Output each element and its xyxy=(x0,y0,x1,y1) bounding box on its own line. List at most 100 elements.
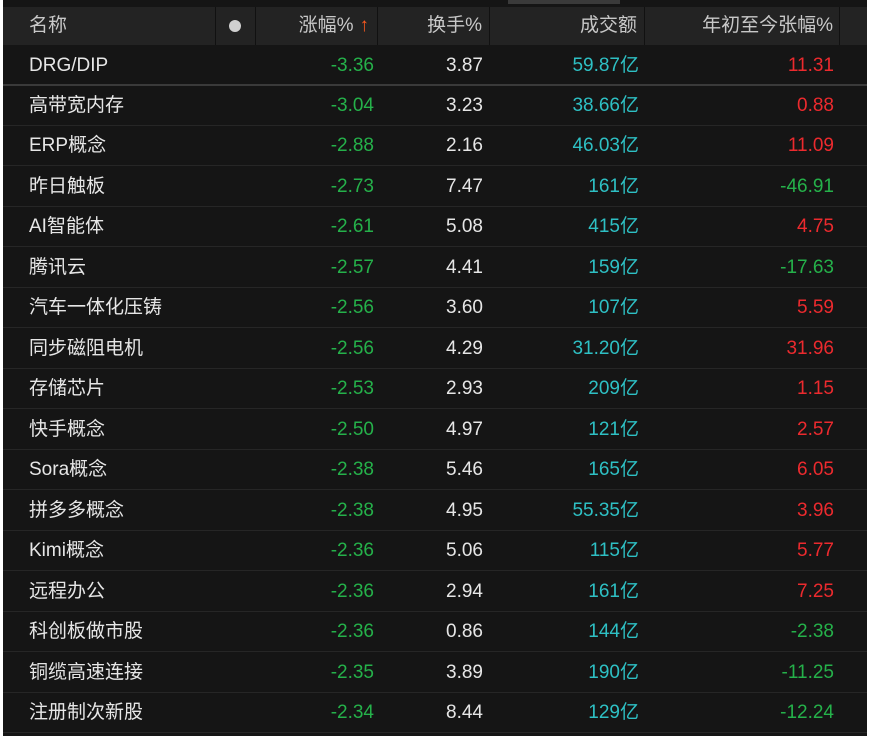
trade-amount: 165亿 xyxy=(588,459,639,481)
trade-amount: 159亿 xyxy=(588,256,639,278)
sector-name: 高带宽内存 xyxy=(29,95,125,116)
trade-amount: 59.87亿 xyxy=(572,55,639,76)
turnover-percent: 0.86 xyxy=(446,621,483,643)
table-row[interactable]: 存储芯片 -2.53 2.93 209亿 1.15 xyxy=(3,369,867,410)
change-percent: -3.36 xyxy=(330,55,374,76)
trade-amount: 144亿 xyxy=(588,621,639,643)
trade-amount: 55.35亿 xyxy=(572,499,639,521)
trade-amount: 129亿 xyxy=(588,702,639,724)
ytd-change: -2.38 xyxy=(790,621,834,643)
change-percent: -2.38 xyxy=(330,459,374,481)
header-label: 年初至今张幅% xyxy=(702,15,833,36)
trade-amount: 190亿 xyxy=(588,661,639,683)
change-percent: -2.36 xyxy=(330,540,374,562)
turnover-percent: 4.29 xyxy=(446,337,483,359)
change-percent: -2.36 xyxy=(330,580,374,602)
change-percent: -2.56 xyxy=(330,297,374,319)
ytd-change: -11.25 xyxy=(781,661,834,683)
sector-name: 同步磁阻电机 xyxy=(29,337,144,359)
column-header-amount[interactable]: 成交额 xyxy=(490,7,645,45)
ytd-change: 2.57 xyxy=(797,418,834,440)
change-percent: -2.53 xyxy=(330,378,374,400)
sector-name: 存储芯片 xyxy=(29,378,106,400)
column-header-marker[interactable] xyxy=(216,7,256,45)
table-row[interactable]: Kimi概念 -2.36 5.06 115亿 5.77 xyxy=(3,531,867,572)
turnover-percent: 4.95 xyxy=(446,499,483,521)
trade-amount: 209亿 xyxy=(588,378,639,400)
dot-icon xyxy=(229,20,241,32)
table-row[interactable]: 快手概念 -2.50 4.97 121亿 2.57 xyxy=(3,410,867,450)
table-row[interactable]: 高带宽内存 -3.04 3.23 38.66亿 0.88 xyxy=(3,86,867,126)
sector-name: Kimi概念 xyxy=(29,540,104,562)
ytd-change: -46.91 xyxy=(780,175,834,197)
trade-amount: 31.20亿 xyxy=(572,337,639,359)
change-percent: -2.36 xyxy=(330,621,374,643)
change-percent: -2.73 xyxy=(330,175,374,197)
table-row[interactable]: ERP概念 -2.88 2.16 46.03亿 11.09 xyxy=(3,126,867,167)
ytd-change: 1.15 xyxy=(797,378,834,400)
sector-name: 拼多多概念 xyxy=(29,499,125,521)
table-row[interactable]: 同步磁阻电机 -2.56 4.29 31.20亿 31.96 xyxy=(3,329,867,369)
turnover-percent: 2.93 xyxy=(446,378,483,400)
table-row[interactable]: 注册制次新股 -2.34 8.44 129亿 -12.24 xyxy=(3,693,867,734)
table-row[interactable]: Sora概念 -2.38 5.46 165亿 6.05 xyxy=(3,450,867,491)
sector-table: 名称 涨幅% ↑ 换手% 成交额 年初至今张幅% DRG/DIP -3.36 3.… xyxy=(3,0,867,736)
trade-amount: 161亿 xyxy=(588,175,639,197)
sector-name: DRG/DIP xyxy=(29,55,109,76)
turnover-percent: 2.94 xyxy=(446,580,483,602)
table-row[interactable]: 汽车一体化压铸 -2.56 3.60 107亿 5.59 xyxy=(3,288,867,329)
trade-amount: 107亿 xyxy=(588,297,639,319)
ytd-change: 31.96 xyxy=(786,337,834,359)
sector-name: 腾讯云 xyxy=(29,256,87,278)
turnover-percent: 3.23 xyxy=(446,95,483,116)
horizontal-scrollbar[interactable] xyxy=(508,0,620,4)
ytd-change: -17.63 xyxy=(780,256,834,278)
sector-name: 汽车一体化压铸 xyxy=(29,297,163,319)
trade-amount: 38.66亿 xyxy=(572,95,639,116)
trade-amount: 115亿 xyxy=(589,540,639,562)
turnover-percent: 5.46 xyxy=(446,459,483,481)
turnover-percent: 7.47 xyxy=(446,175,483,197)
table-row[interactable]: 昨日触板 -2.73 7.47 161亿 -46.91 xyxy=(3,167,867,207)
column-header-ytd[interactable]: 年初至今张幅% xyxy=(645,7,840,45)
table-row[interactable]: 腾讯云 -2.57 4.41 159亿 -17.63 xyxy=(3,248,867,288)
ytd-change: -12.24 xyxy=(780,702,834,724)
ytd-change: 4.75 xyxy=(797,216,834,238)
ytd-change: 5.77 xyxy=(797,540,834,562)
table-header: 名称 涨幅% ↑ 换手% 成交额 年初至今张幅% xyxy=(3,7,867,45)
column-header-change[interactable]: 涨幅% ↑ xyxy=(256,7,378,45)
column-header-turnover[interactable]: 换手% xyxy=(378,7,490,45)
ytd-change: 11.31 xyxy=(787,55,834,76)
header-label: 名称 xyxy=(29,15,68,36)
sector-name: 昨日触板 xyxy=(29,175,106,197)
turnover-percent: 3.60 xyxy=(446,297,483,319)
sector-name: 铜缆高速连接 xyxy=(29,661,144,683)
table-row[interactable]: 铜缆高速连接 -2.35 3.89 190亿 -11.25 xyxy=(3,653,867,693)
change-percent: -2.34 xyxy=(330,702,374,724)
table-row[interactable]: AI智能体 -2.61 5.08 415亿 4.75 xyxy=(3,207,867,248)
ytd-change: 11.09 xyxy=(787,135,834,157)
trade-amount: 415亿 xyxy=(588,216,639,238)
table-row[interactable]: DRG/DIP -3.36 3.87 59.87亿 11.31 xyxy=(3,46,867,86)
sector-name: 远程办公 xyxy=(29,580,106,602)
ytd-change: 6.05 xyxy=(797,459,834,481)
turnover-percent: 5.08 xyxy=(446,216,483,238)
turnover-percent: 2.16 xyxy=(446,135,483,157)
table-row[interactable]: 科创板做市股 -2.36 0.86 144亿 -2.38 xyxy=(3,612,867,653)
trade-amount: 121亿 xyxy=(588,418,639,440)
change-percent: -2.50 xyxy=(330,418,374,440)
turnover-percent: 8.44 xyxy=(446,702,483,724)
header-label: 涨幅% xyxy=(298,15,354,36)
change-percent: -2.61 xyxy=(330,216,374,238)
trade-amount: 46.03亿 xyxy=(572,135,639,157)
table-row[interactable]: 拼多多概念 -2.38 4.95 55.35亿 3.96 xyxy=(3,491,867,531)
table-row[interactable]: 远程办公 -2.36 2.94 161亿 7.25 xyxy=(3,572,867,612)
sort-arrow-icon: ↑ xyxy=(359,15,370,36)
column-header-name[interactable]: 名称 xyxy=(3,7,216,45)
header-label: 换手% xyxy=(427,15,482,36)
change-percent: -2.88 xyxy=(330,135,374,157)
turnover-percent: 3.89 xyxy=(446,661,483,683)
sector-name: 科创板做市股 xyxy=(29,621,144,643)
sector-name: 注册制次新股 xyxy=(29,702,144,724)
header-label: 成交额 xyxy=(579,15,637,36)
